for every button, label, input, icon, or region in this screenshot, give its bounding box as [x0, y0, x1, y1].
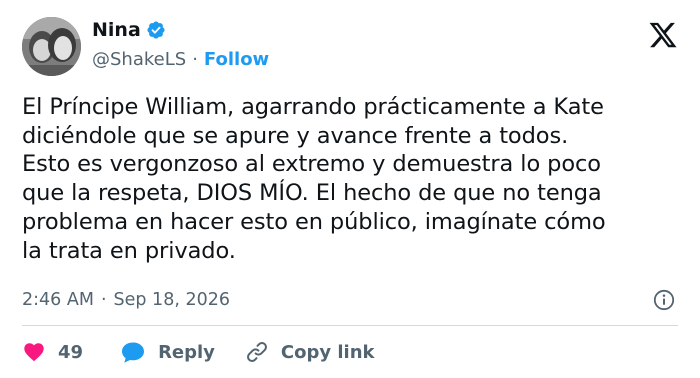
verified-badge-icon: [147, 21, 165, 39]
tweet-timestamp[interactable]: 2:46 AM · Sep 18, 2026: [22, 287, 230, 313]
author-name-row: Nina: [92, 17, 166, 43]
follow-button[interactable]: Follow: [204, 49, 269, 70]
tweet-date[interactable]: Sep 18, 2026: [114, 290, 230, 310]
tweet-text: El Príncipe William, agarrando prácticam…: [22, 94, 606, 264]
info-icon[interactable]: [652, 288, 676, 312]
action-bar: 49 Reply Copy link: [22, 337, 375, 367]
tweet-card: Nina @ShakeLS · Follow El Príncipe Willi…: [0, 0, 700, 378]
x-logo-icon[interactable]: [648, 20, 678, 50]
divider: [22, 325, 678, 326]
timestamp-separator: ·: [100, 290, 107, 310]
like-count: 49: [58, 341, 84, 363]
tweet-time[interactable]: 2:46 AM: [22, 290, 94, 310]
heart-icon: [24, 343, 44, 362]
reply-button[interactable]: Reply: [120, 340, 215, 364]
author-handle-row: @ShakeLS · Follow: [92, 46, 269, 72]
like-button[interactable]: 49: [22, 340, 83, 364]
author-handle[interactable]: @ShakeLS: [92, 49, 186, 70]
link-icon: [246, 342, 267, 362]
separator-dot: ·: [192, 48, 198, 70]
copy-link-button[interactable]: Copy link: [245, 340, 375, 364]
reply-label: Reply: [158, 341, 215, 363]
author-name[interactable]: Nina: [92, 17, 141, 43]
speech-bubble-icon: [122, 342, 145, 363]
copy-link-label: Copy link: [280, 341, 375, 363]
avatar[interactable]: [22, 17, 81, 76]
